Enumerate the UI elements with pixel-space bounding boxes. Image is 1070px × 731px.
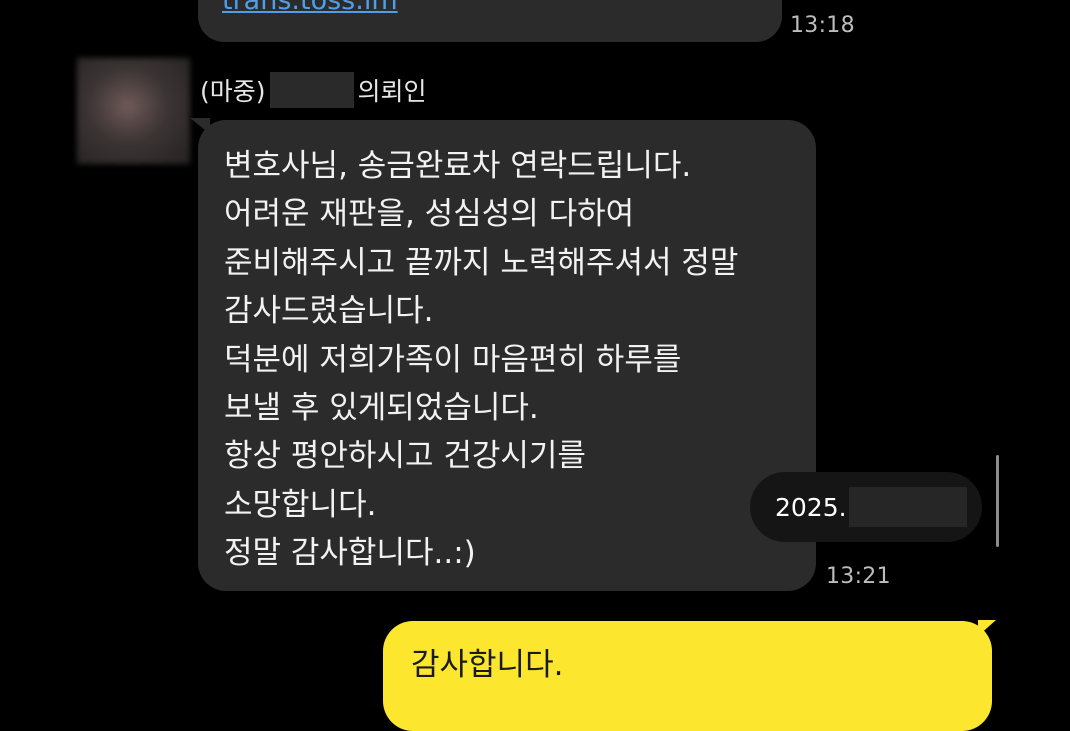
date-indicator: 2025. [750, 472, 982, 542]
outgoing-message-bubble[interactable]: 감사합니다. [383, 621, 992, 731]
outgoing-message-text: 감사합니다. [411, 647, 564, 683]
transfer-link[interactable]: trans.toss.im [222, 0, 398, 16]
previous-message-bubble: trans.toss.im [198, 0, 782, 42]
message-line: 변호사님, 송금완료차 연락드립니다. [224, 148, 692, 184]
message-line: 항상 평안하시고 건강시기를 [224, 438, 586, 475]
message-line: 덕분에 저희가족이 마음편히 하루를 [224, 341, 682, 378]
message-line: 소망합니다. [224, 486, 377, 523]
message-line: 정말 감사합니다..:) [224, 535, 476, 572]
message-line: 준비해주시고 끝까지 노력해주셔서 정말 [224, 244, 739, 281]
message-line: 보낼 후 있게되었습니다. [224, 390, 539, 427]
sender-name-prefix: (마중) [200, 77, 266, 106]
previous-message-time: 13:18 [790, 13, 855, 38]
redacted-date [848, 487, 967, 527]
date-indicator-text: 2025. [775, 492, 847, 522]
sender-name-suffix: 의뢰인 [357, 77, 427, 106]
scrollbar[interactable] [996, 455, 999, 547]
incoming-message-bubble[interactable]: 변호사님, 송금완료차 연락드립니다. 어려운 재판을, 성심성의 다하여 준비… [198, 120, 816, 591]
message-line: 어려운 재판을, 성심성의 다하여 [224, 196, 635, 233]
redacted-sender-name [269, 72, 354, 108]
message-line: 감사드렸습니다. [224, 293, 434, 330]
message-time: 13:21 [826, 564, 891, 589]
avatar[interactable] [77, 58, 190, 164]
sender-name: (마중) 의뢰인 [200, 72, 427, 108]
